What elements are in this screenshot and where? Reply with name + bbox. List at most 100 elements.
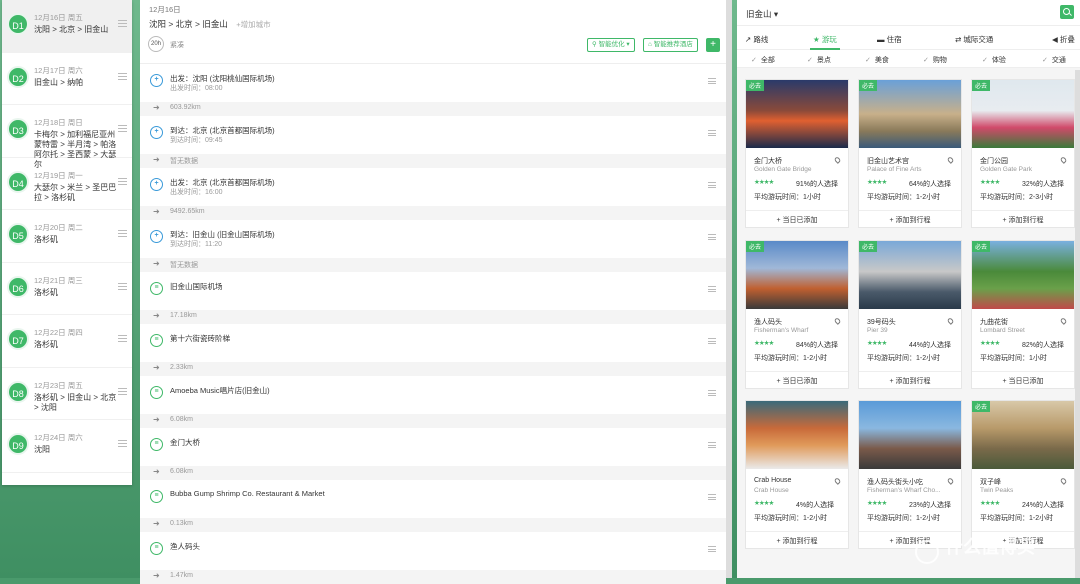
poi-card[interactable]: 必去 九曲花街 Lombard Street ★★★★ 82%的人选择 平均游玩时间：1小…	[971, 240, 1075, 389]
add-item-button[interactable]: +	[706, 38, 720, 52]
drag-handle-icon[interactable]	[708, 234, 716, 240]
map-pin-icon[interactable]	[833, 477, 842, 485]
must-go-badge: 必去	[859, 80, 878, 91]
location-pin-icon: ≡	[150, 542, 163, 555]
drag-handle-icon[interactable]	[708, 546, 716, 552]
poi-english-name: Twin Peaks	[980, 487, 1014, 494]
itinerary-node[interactable]: + 到达：北京 (北京首都国际机场) 到达时间：09:45	[140, 116, 726, 154]
itinerary-node[interactable]: ≡ Amoeba Music唱片店(旧金山)	[140, 376, 726, 414]
filter-checkbox[interactable]: 景点	[807, 55, 831, 65]
itinerary-node[interactable]: ≡ 第十六街瓷砖阶梯	[140, 324, 726, 362]
tab-label: 住宿	[886, 35, 902, 44]
drag-handle-icon[interactable]	[118, 20, 127, 27]
rating-stars: ★★★★	[980, 500, 1000, 507]
day-item[interactable]: D4 12月19日 周一 大瑟尔 > 米兰 > 圣巴巴拉 > 洛杉矶	[2, 158, 132, 210]
poi-card[interactable]: 必去 39号码头 Pier 39 ★★★★ 44%的人选择 平均游玩时间：1-2小时 + 添…	[858, 240, 962, 389]
day-item[interactable]: D3 12月18日 周日 卡梅尔 > 加利福尼亚州蒙特雷 > 半月湾 > 帕洛阿尔托…	[2, 105, 132, 169]
day-badge: D3	[7, 118, 29, 140]
drag-handle-icon[interactable]	[118, 440, 127, 447]
add-to-trip-button[interactable]: + 添加到行程	[972, 210, 1074, 228]
filter-checkbox[interactable]: 全部	[751, 55, 775, 65]
map-pin-icon[interactable]	[946, 477, 955, 485]
day-item[interactable]: D7 12月22日 周四 洛杉矶	[2, 315, 132, 368]
drag-handle-icon[interactable]	[118, 387, 127, 395]
day-item[interactable]: D6 12月21日 周三 洛杉矶	[2, 263, 132, 315]
poi-scrollbar[interactable]	[1075, 70, 1080, 578]
recommend-hotel-button[interactable]: ⌂ 智能推荐酒店	[643, 38, 698, 52]
poi-photo	[746, 401, 848, 469]
drag-handle-icon[interactable]	[118, 125, 127, 132]
distance-row: ➜ 603.92km	[140, 102, 726, 116]
node-title: 金门大桥	[170, 438, 200, 447]
day-item[interactable]: D5 12月20日 周二 洛杉矶	[2, 210, 132, 263]
poi-name: 39号码头	[867, 319, 896, 326]
add-to-trip-button[interactable]: + 添加到行程	[859, 371, 961, 389]
poi-card[interactable]: Crab House Crab House ★★★★ 4%的人选择 平均游玩时间：1-2…	[745, 400, 849, 549]
drag-handle-icon[interactable]	[708, 390, 716, 396]
search-icon[interactable]	[1060, 5, 1074, 19]
add-to-trip-button[interactable]: + 添加到行程	[746, 531, 848, 549]
day-item[interactable]: D9 12月24日 周六 沈阳	[2, 420, 132, 473]
add-to-trip-button[interactable]: + 添加到行程	[859, 210, 961, 228]
poi-avg-time: 平均游玩时间：1-2小时	[980, 515, 1054, 522]
day-route: 洛杉矶	[34, 340, 58, 349]
add-city-link[interactable]: +增加城市	[236, 20, 270, 29]
tab-1[interactable]: ★ 游玩	[813, 34, 837, 45]
drag-handle-icon[interactable]	[708, 494, 716, 500]
itinerary-node[interactable]: ≡ Bubba Gump Shrimp Co. Restaurant & Mark…	[140, 480, 726, 518]
filter-checkbox[interactable]: 体验	[982, 55, 1006, 65]
itinerary-node[interactable]: + 出发：沈阳 (沈阳桃仙国际机场) 出发时间：08:00	[140, 64, 726, 102]
drag-handle-icon[interactable]	[118, 335, 127, 342]
drag-handle-icon[interactable]	[118, 230, 127, 237]
tab-0[interactable]: ↗ 路线	[745, 34, 768, 45]
itinerary-node[interactable]: ≡ 金门大桥	[140, 428, 726, 466]
map-pin-icon[interactable]	[1059, 156, 1068, 164]
drag-handle-icon[interactable]	[708, 130, 716, 136]
itinerary-scrollbar[interactable]	[726, 0, 732, 578]
map-pin-icon[interactable]	[833, 317, 842, 325]
location-pin-icon: ≡	[150, 282, 163, 295]
city-selector[interactable]: 旧金山 ▾	[746, 8, 778, 20]
map-pin-icon[interactable]	[1059, 477, 1068, 485]
drag-handle-icon[interactable]	[708, 182, 716, 188]
poi-card[interactable]: 必去 渔人码头 Fisherman's Wharf ★★★★ 84%的人选择 平均游玩时间…	[745, 240, 849, 389]
filter-checkbox[interactable]: 交通	[1042, 55, 1066, 65]
poi-panel: 旧金山 ▾ ↗ 路线 ★ 游玩 ▬ 住宿 ⇄ 城际交通 ◀ 折叠 全部 景点 美食 购物 体验 交…	[737, 0, 1080, 578]
drag-handle-icon[interactable]	[708, 78, 716, 84]
drag-handle-icon[interactable]	[118, 177, 127, 185]
drag-handle-icon[interactable]	[118, 72, 127, 80]
add-to-trip-button[interactable]: + 当日已添加	[746, 210, 848, 228]
drag-handle-icon[interactable]	[118, 282, 127, 290]
day-item[interactable]: D2 12月17日 周六 旧金山 > 纳帕	[2, 53, 132, 105]
filter-checkbox[interactable]: 购物	[923, 55, 947, 65]
drag-handle-icon[interactable]	[708, 286, 716, 292]
drag-handle-icon[interactable]	[708, 442, 716, 448]
distance-text: 0.13km	[170, 520, 193, 527]
poi-card[interactable]: 必去 双子峰 Twin Peaks ★★★★ 24%的人选择 平均游玩时间：1-2小时 + …	[971, 400, 1075, 549]
tab-2[interactable]: ▬ 住宿	[877, 34, 902, 45]
tab-3[interactable]: ⇄ 城际交通	[955, 34, 993, 45]
poi-card[interactable]: 必去 金门大桥 Golden Gate Bridge ★★★★ 91%的人选择 平均游玩时…	[745, 79, 849, 228]
poi-selection-rate: 32%的人选择	[1022, 181, 1065, 188]
add-day-button[interactable]: +增加一天	[2, 473, 132, 486]
map-pin-icon[interactable]	[1059, 317, 1068, 325]
itinerary-node[interactable]: + 到达：旧金山 (旧金山国际机场) 到达时间：11:20	[140, 220, 726, 258]
smart-optimize-button[interactable]: ⚲ 智能优化 ▾	[587, 38, 635, 52]
poi-name: 渔人码头	[754, 319, 782, 326]
tab-4[interactable]: ◀ 折叠	[1052, 34, 1075, 45]
poi-card[interactable]: 必去 金门公园 Golden Gate Park ★★★★ 32%的人选择 平均游玩时间：…	[971, 79, 1075, 228]
map-pin-icon[interactable]	[833, 156, 842, 164]
poi-card[interactable]: 渔人码头街头小吃 Fisherman's Wharf Cho... ★★★★ 23%的…	[858, 400, 962, 549]
day-item[interactable]: D1 12月16日 周五 沈阳 > 北京 > 旧金山	[2, 0, 132, 53]
itinerary-node[interactable]: ≡ 渔人码头	[140, 532, 726, 570]
map-pin-icon[interactable]	[946, 156, 955, 164]
add-to-trip-button[interactable]: + 当日已添加	[972, 371, 1074, 389]
add-to-trip-button[interactable]: + 当日已添加	[746, 371, 848, 389]
poi-card[interactable]: 必去 旧金山艺术宫 Palace of Fine Arts ★★★★ 64%的人选择 平均…	[858, 79, 962, 228]
itinerary-node[interactable]: + 出发：北京 (北京首都国际机场) 出发时间：16:00	[140, 168, 726, 206]
day-item[interactable]: D8 12月23日 周五 洛杉矶 > 旧金山 > 北京 > 沈阳	[2, 368, 132, 420]
map-pin-icon[interactable]	[946, 317, 955, 325]
drag-handle-icon[interactable]	[708, 338, 716, 344]
filter-checkbox[interactable]: 美食	[865, 55, 889, 65]
itinerary-node[interactable]: ≡ 旧金山国际机场	[140, 272, 726, 310]
